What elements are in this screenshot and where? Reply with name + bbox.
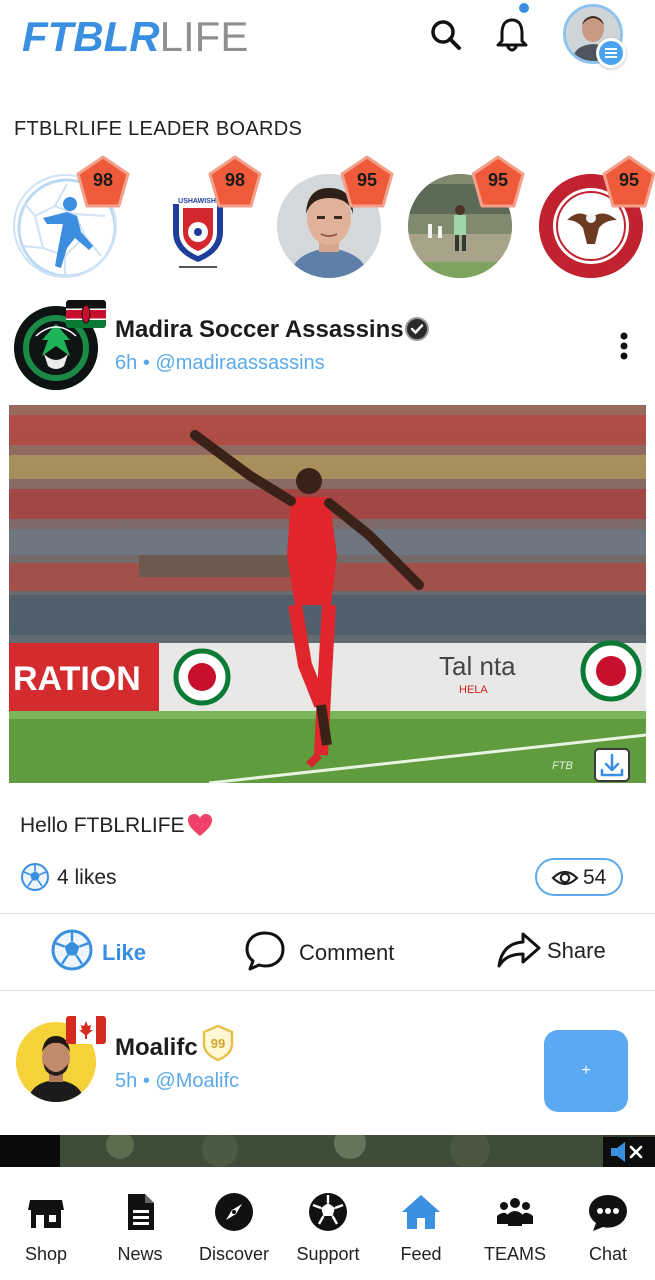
comment-button[interactable]: Comment: [243, 928, 403, 976]
leaderboard-score: 95: [356, 170, 378, 190]
download-button[interactable]: [594, 748, 630, 782]
post-handle[interactable]: @madiraassassins: [155, 352, 324, 374]
image-banner-mid-text: Tal nta: [439, 651, 516, 681]
comment-bubble-icon: [245, 931, 285, 971]
menu-icon[interactable]: [596, 38, 626, 68]
shop-icon: [28, 1200, 64, 1228]
heart-emoji-icon: [186, 812, 214, 838]
nav-label: Feed: [400, 1244, 442, 1264]
nav-item-discover[interactable]: Discover: [189, 1168, 279, 1280]
eye-icon: [551, 870, 579, 886]
share-arrow-icon: [497, 932, 541, 968]
logo-bold-text: FTBLR: [22, 13, 160, 60]
likes-count[interactable]: 4 likes: [57, 866, 117, 890]
leaderboards-row: 98 USHAWISHI 98 95 95 95: [0, 152, 655, 280]
nav-label: TEAMS: [483, 1244, 546, 1264]
nav-label: Chat: [588, 1244, 628, 1264]
post-meta: 5h • @Moalifc: [115, 1070, 239, 1093]
post-time: 5h: [115, 1070, 138, 1092]
leaderboard-item[interactable]: USHAWISHI 98: [145, 155, 262, 278]
comment-label: Comment: [299, 940, 395, 965]
leaderboard-score: 98: [92, 170, 114, 190]
nav-label: Support: [296, 1244, 360, 1264]
home-icon: [402, 1195, 440, 1229]
app-logo[interactable]: FTBLRLIFE: [22, 14, 248, 60]
bottom-navigation: Shop News Discover Support Feed TEAMS Ch…: [0, 1168, 655, 1280]
create-post-button[interactable]: +: [544, 1030, 628, 1112]
verified-badge-icon: [404, 316, 430, 342]
chat-icon: [589, 1195, 627, 1231]
nav-item-shop[interactable]: Shop: [1, 1168, 91, 1280]
nav-label: News: [117, 1244, 163, 1264]
share-button[interactable]: Share: [495, 928, 615, 976]
divider: [0, 913, 655, 914]
nav-item-feed[interactable]: Feed: [376, 1168, 466, 1280]
mute-icon[interactable]: [603, 1137, 655, 1167]
video-ad-strip[interactable]: [0, 1135, 655, 1167]
soccer-ball-icon: [20, 862, 50, 892]
leaderboard-score-badge: 95: [339, 154, 395, 210]
leaderboards-title: FTBLRLIFE LEADER BOARDS: [14, 118, 303, 140]
nav-item-teams[interactable]: TEAMS: [470, 1168, 560, 1280]
post-time: 6h: [115, 352, 138, 374]
leaderboard-item[interactable]: 95: [539, 155, 655, 278]
meta-separator: •: [142, 1070, 150, 1092]
post-caption: Hello FTBLRLIFE: [20, 814, 185, 837]
leaderboard-score-badge: 95: [601, 154, 655, 210]
rank-badge: 99: [200, 1024, 236, 1062]
soccer-ball-icon: [309, 1193, 347, 1231]
nav-label: Discover: [198, 1244, 269, 1264]
like-label: Like: [102, 940, 147, 965]
divider: [0, 990, 655, 991]
leaderboard-score-badge: 98: [75, 154, 131, 210]
image-watermark: FTB: [552, 760, 573, 772]
canada-flag-icon: [66, 1016, 106, 1044]
leaderboard-item[interactable]: 95: [277, 155, 394, 278]
share-label: Share: [547, 938, 606, 963]
soccer-ball-icon: [51, 929, 93, 971]
kenya-flag-icon: [66, 300, 106, 328]
image-banner-left-text: RATION: [13, 660, 141, 698]
notification-dot: [519, 3, 529, 13]
nav-item-support[interactable]: Support: [283, 1168, 373, 1280]
post-handle[interactable]: @Moalifc: [155, 1070, 239, 1092]
like-button[interactable]: Like: [50, 928, 150, 976]
meta-separator: •: [142, 352, 150, 374]
leaderboard-score: 95: [487, 170, 509, 190]
logo-light-text: LIFE: [159, 13, 249, 60]
nav-item-news[interactable]: News: [95, 1168, 185, 1280]
compass-icon: [215, 1193, 253, 1231]
team-icon: [497, 1198, 533, 1226]
image-banner-sub-text: HELA: [459, 684, 488, 696]
leaderboard-score: 95: [618, 170, 640, 190]
leaderboard-score: 98: [224, 170, 246, 190]
post-author-name[interactable]: Moalifc: [115, 1034, 198, 1062]
nav-label: Shop: [24, 1244, 68, 1264]
news-icon: [128, 1194, 154, 1230]
search-icon[interactable]: [428, 14, 464, 54]
views-count-pill[interactable]: 54: [535, 858, 623, 896]
notification-bell-icon[interactable]: [494, 14, 530, 54]
nav-item-chat[interactable]: Chat: [563, 1168, 653, 1280]
views-count: 54: [583, 866, 607, 889]
post-image[interactable]: RATION Tal nta HELA: [9, 405, 646, 783]
rank-value: 99: [211, 1036, 225, 1051]
leaderboard-item[interactable]: 98: [13, 155, 130, 278]
app-header: FTBLRLIFE: [0, 0, 655, 78]
leaderboard-score-badge: 98: [207, 154, 263, 210]
leaderboard-item[interactable]: 95: [408, 155, 525, 278]
post-author-name[interactable]: Madira Soccer Assassins: [115, 316, 404, 344]
more-options-icon[interactable]: [610, 330, 638, 362]
post-meta: 6h • @madiraassassins: [115, 352, 325, 375]
leaderboard-score-badge: 95: [470, 154, 526, 210]
